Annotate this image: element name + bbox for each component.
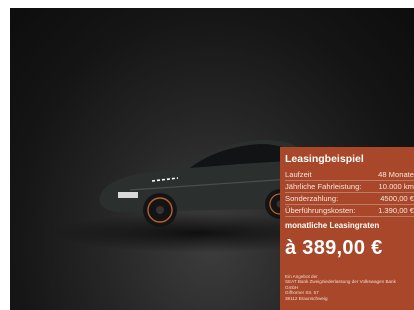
row-duration: Laufzeit 48 Monate [285,169,414,180]
row-label: Sonderzahlung: [285,194,339,203]
leasing-panel: Leasingbeispiel Laufzeit 48 Monate Jährl… [280,147,414,310]
monthly-rate-label: monatliche Leasingraten [285,221,380,230]
ad-banner[interactable]: Leasingbeispiel Laufzeit 48 Monate Jährl… [10,8,414,310]
row-value: 10.000 km [378,182,414,191]
row-label: Überführungskosten: [285,206,356,215]
row-value: 4500,00 € [380,194,414,203]
row-value: 1.390,00 € [378,206,414,215]
fineprint: Ein Angebot der SEAT Bank Zweigniederlas… [285,274,410,301]
price: à 389,00 € [285,237,383,259]
row-transfer-costs: Überführungskosten: 1.390,00 € [285,205,414,216]
panel-title: Leasingbeispiel [285,153,364,165]
fineprint-line: SEAT Bank Zweigniederlassung der Volkswa… [285,279,396,285]
divider [285,216,414,217]
fineprint-line: 38112 Braunschweig [285,295,328,301]
row-downpayment: Sonderzahlung: 4500,00 € [285,193,414,204]
row-value: 48 Monate [378,170,414,179]
row-mileage: Jährliche Fahrleistung: 10.000 km [285,181,414,192]
row-label: Jährliche Fahrleistung: [285,182,362,191]
row-label: Laufzeit [285,170,312,179]
